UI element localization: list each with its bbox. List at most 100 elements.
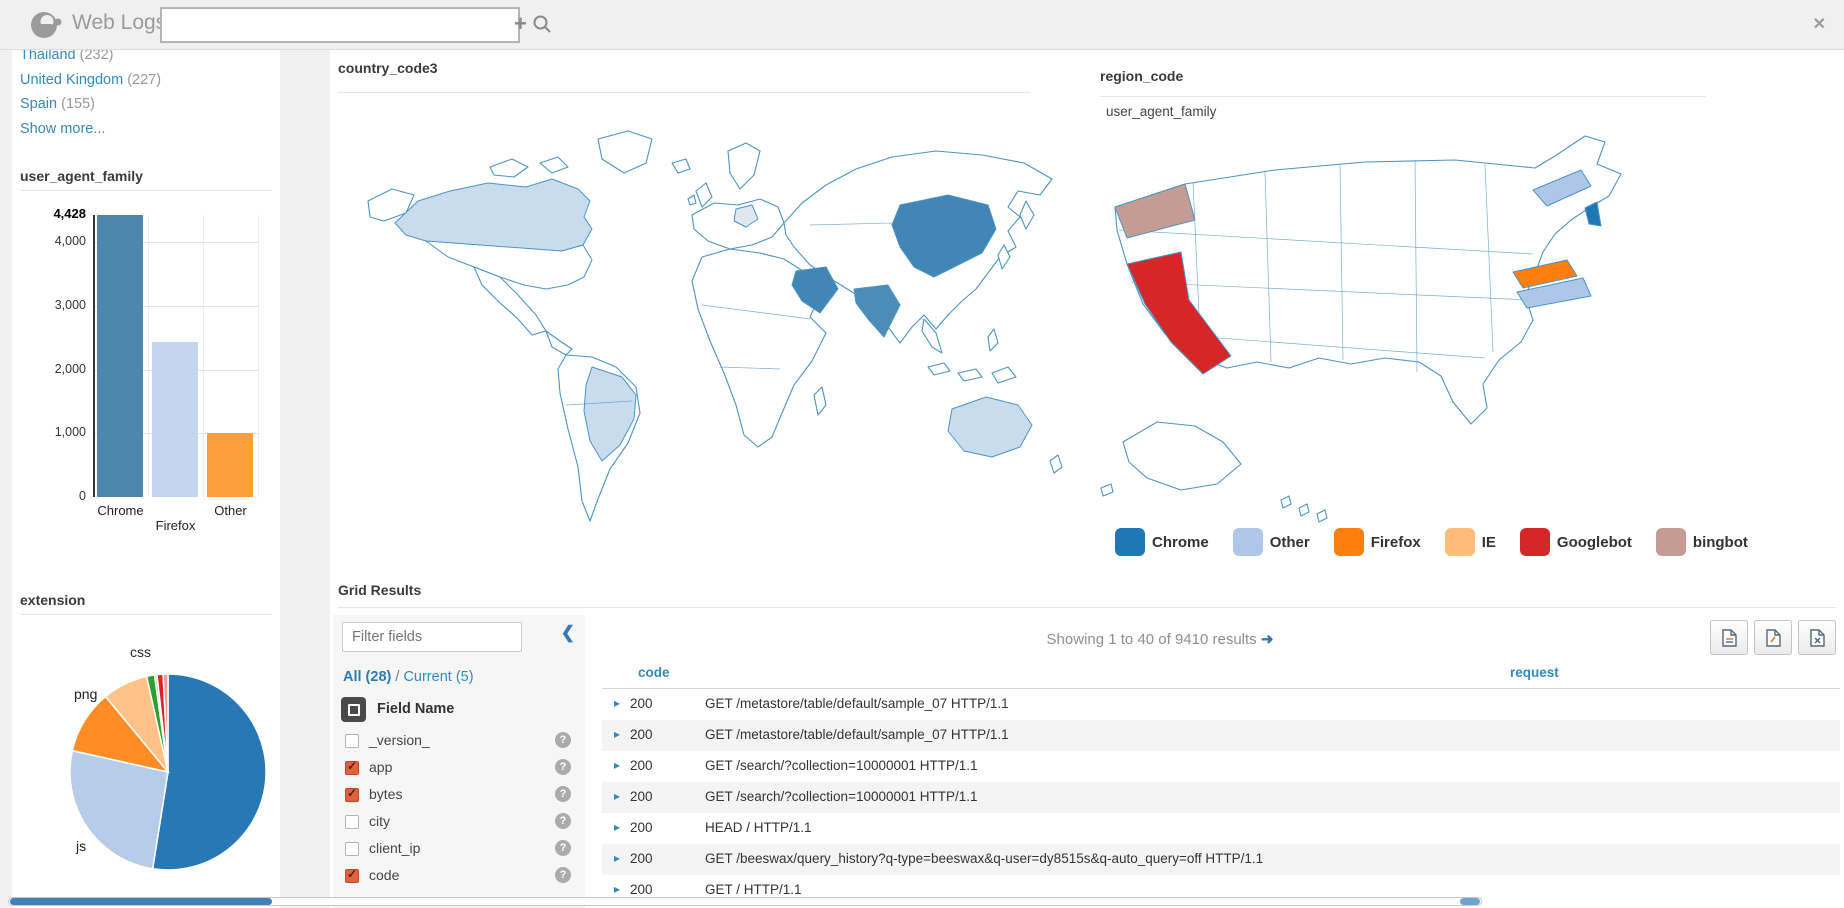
pie-chart-title: extension bbox=[20, 592, 85, 608]
all-fields-link[interactable]: All (28) bbox=[343, 669, 391, 685]
help-icon[interactable]: ? bbox=[555, 759, 571, 775]
map-region-hawaii bbox=[1317, 510, 1327, 522]
field-row-client-ip[interactable]: client_ip ? bbox=[333, 837, 585, 864]
table-row[interactable]: ▸ 200 GET /metastore/table/default/sampl… bbox=[602, 689, 1840, 720]
help-icon[interactable]: ? bbox=[555, 840, 571, 856]
map-region-uk bbox=[696, 183, 712, 207]
facet-link[interactable]: Thailand bbox=[20, 50, 76, 63]
field-row-code[interactable]: code ? bbox=[333, 864, 585, 891]
close-icon[interactable]: ✕ bbox=[1813, 14, 1826, 34]
export-toolbar bbox=[1704, 620, 1836, 655]
field-row-bytes[interactable]: bytes ? bbox=[333, 783, 585, 810]
column-header-code[interactable]: code bbox=[638, 665, 670, 680]
download-csv-button[interactable] bbox=[1710, 620, 1748, 655]
gridline bbox=[258, 215, 259, 497]
facet-link[interactable]: United Kingdom bbox=[20, 72, 123, 88]
hue-logo-icon[interactable] bbox=[30, 10, 62, 40]
select-all-checkbox[interactable] bbox=[341, 697, 366, 722]
world-map-title: country_code3 bbox=[338, 60, 438, 76]
table-row[interactable]: ▸ 200 GET /metastore/table/default/sampl… bbox=[602, 720, 1840, 751]
help-icon[interactable]: ? bbox=[555, 813, 571, 829]
horizontal-scrollbar-thumb[interactable] bbox=[1460, 898, 1480, 905]
gridline bbox=[203, 215, 204, 497]
y-axis-tick: 0 bbox=[12, 489, 86, 503]
download-json-button[interactable] bbox=[1754, 620, 1792, 655]
search-input[interactable] bbox=[160, 7, 520, 43]
pie-slice-0[interactable] bbox=[153, 674, 266, 870]
results-table: code request ▸ 200 GET /metastore/table/… bbox=[602, 663, 1840, 908]
expand-caret-icon[interactable]: ▸ bbox=[614, 820, 620, 834]
checkbox-unchecked[interactable] bbox=[345, 734, 359, 748]
checkbox-unchecked[interactable] bbox=[345, 842, 359, 856]
us-states-map bbox=[1085, 112, 1800, 542]
field-row-version[interactable]: _version_ ? bbox=[333, 729, 585, 756]
cell-request: GET /search/?collection=10000001 HTTP/1.… bbox=[705, 758, 978, 773]
table-row[interactable]: ▸ 200 GET /beeswax/query_history?q-type=… bbox=[602, 844, 1840, 875]
bar-other[interactable] bbox=[207, 433, 253, 497]
facet-item-united-kingdom[interactable]: United Kingdom (227) bbox=[20, 68, 270, 93]
help-icon[interactable]: ? bbox=[555, 867, 571, 883]
facet-link[interactable]: Spain bbox=[20, 96, 57, 112]
field-row-city[interactable]: city ? bbox=[333, 810, 585, 837]
facet-count: (155) bbox=[61, 96, 95, 112]
showing-text: Showing 1 to 40 of 9410 results bbox=[1047, 631, 1257, 648]
collapse-panel-icon[interactable]: ❮ bbox=[561, 623, 575, 643]
expand-caret-icon[interactable]: ▸ bbox=[614, 758, 620, 772]
checkbox-unchecked[interactable] bbox=[345, 815, 359, 829]
help-icon[interactable]: ? bbox=[555, 732, 571, 748]
filter-fields-input[interactable] bbox=[342, 622, 522, 652]
table-row[interactable]: ▸ 200 GET /search/?collection=10000001 H… bbox=[602, 782, 1840, 813]
y-axis-tick: 2,000 bbox=[12, 362, 86, 376]
user-agent-family-bar-chart: 01,0002,0003,0004,0004,428ChromeFirefoxO… bbox=[12, 200, 280, 540]
map-region-hawaii bbox=[1299, 504, 1309, 516]
checkbox-checked[interactable] bbox=[345, 869, 359, 883]
cell-code: 200 bbox=[630, 727, 653, 742]
map-region-hawaii bbox=[1281, 496, 1291, 508]
table-row[interactable]: ▸ 200 HEAD / HTTP/1.1 bbox=[602, 813, 1840, 844]
horizontal-scrollbar-thumb[interactable] bbox=[10, 898, 272, 905]
add-facet-icon[interactable]: + bbox=[514, 11, 527, 37]
x-axis-label: Other bbox=[191, 503, 271, 518]
expand-caret-icon[interactable]: ▸ bbox=[614, 696, 620, 710]
legend-label: Other bbox=[1270, 534, 1310, 551]
table-row[interactable]: ▸ 200 GET /search/?collection=10000001 H… bbox=[602, 751, 1840, 782]
bar-chrome[interactable] bbox=[97, 215, 143, 497]
expand-caret-icon[interactable]: ▸ bbox=[614, 882, 620, 896]
map-region-australia[interactable] bbox=[948, 397, 1032, 457]
show-more-link[interactable]: Show more... bbox=[20, 117, 270, 141]
search-icon[interactable] bbox=[532, 14, 552, 39]
column-header-request[interactable]: request bbox=[1510, 665, 1559, 680]
checkbox-checked[interactable] bbox=[345, 761, 359, 775]
expand-caret-icon[interactable]: ▸ bbox=[614, 789, 620, 803]
country-facet-list: Thailand (232) United Kingdom (227) Spai… bbox=[20, 50, 270, 141]
field-row-app[interactable]: app ? bbox=[333, 756, 585, 783]
expand-caret-icon[interactable]: ▸ bbox=[614, 851, 620, 865]
current-fields-link[interactable]: Current (5) bbox=[403, 669, 473, 685]
legend-item-chrome: Chrome bbox=[1115, 528, 1209, 556]
legend-label: Chrome bbox=[1152, 534, 1209, 551]
map-aleutians bbox=[1101, 484, 1113, 496]
y-axis-tick: 1,000 bbox=[12, 425, 86, 439]
map-region-ireland bbox=[688, 195, 696, 205]
map-region-europe bbox=[692, 199, 784, 249]
divider bbox=[1100, 96, 1706, 97]
legend-swatch bbox=[1656, 528, 1686, 556]
bar-firefox[interactable] bbox=[152, 342, 198, 497]
gridline bbox=[148, 215, 149, 497]
x-axis-label: Firefox bbox=[136, 518, 216, 533]
next-page-arrow-icon[interactable]: ➜ bbox=[1261, 631, 1274, 648]
legend-swatch bbox=[1233, 528, 1263, 556]
legend-item-other: Other bbox=[1233, 528, 1310, 556]
map-region-indonesia bbox=[928, 363, 950, 375]
pie-label-js: js bbox=[76, 838, 86, 854]
map-legend: Chrome Other Firefox IE Googlebot bingbo… bbox=[1115, 528, 1772, 556]
download-xls-button[interactable] bbox=[1798, 620, 1836, 655]
expand-caret-icon[interactable]: ▸ bbox=[614, 727, 620, 741]
map-region-canada[interactable] bbox=[395, 179, 592, 255]
facet-item-spain[interactable]: Spain (155) bbox=[20, 92, 270, 117]
legend-item-ie: IE bbox=[1445, 528, 1496, 556]
help-icon[interactable]: ? bbox=[555, 786, 571, 802]
checkbox-checked[interactable] bbox=[345, 788, 359, 802]
facet-item-thailand[interactable]: Thailand (232) bbox=[20, 50, 270, 68]
pie-label-css: css bbox=[130, 644, 151, 660]
